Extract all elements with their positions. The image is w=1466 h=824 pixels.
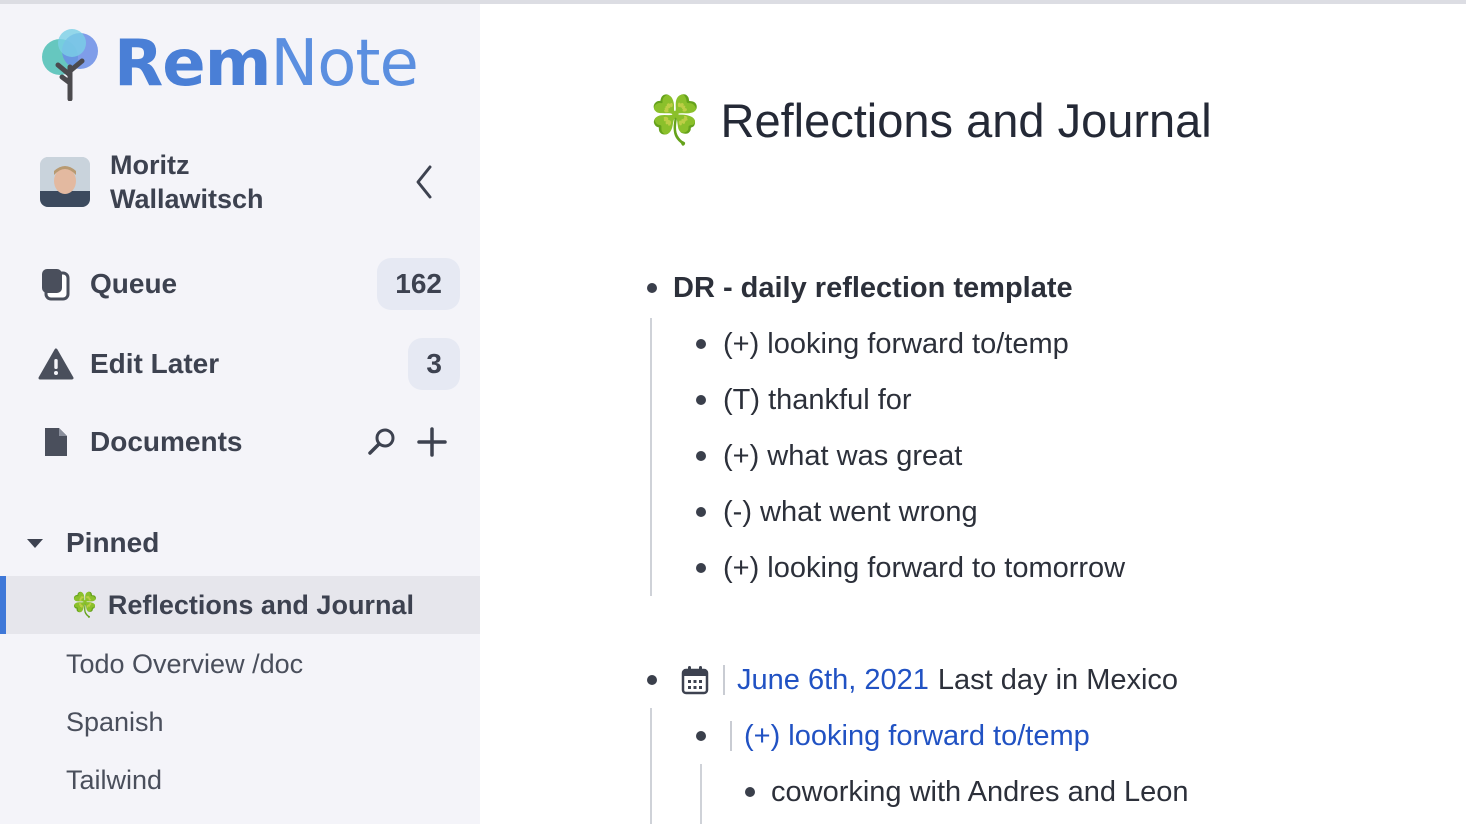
logo-rem: Rem xyxy=(114,27,271,101)
clover-icon: 🍀 xyxy=(70,591,100,619)
bullet-dot[interactable] xyxy=(696,451,706,461)
bullet-dot[interactable] xyxy=(647,283,657,293)
logo-note: Note xyxy=(270,27,418,101)
rem-item[interactable]: (T) thankful for xyxy=(723,380,912,420)
logo-wordmark: RemNote xyxy=(114,32,419,96)
pinned-item-todo[interactable]: Todo Overview /doc xyxy=(66,644,303,684)
nav-queue-label: Queue xyxy=(90,268,178,299)
rem-daily-entry[interactable]: June 6th, 2021 Last day in Mexico xyxy=(679,660,1178,700)
rem-item[interactable]: coworking with Andres and Leon xyxy=(771,772,1189,812)
add-document-button[interactable] xyxy=(414,422,450,462)
reference-divider xyxy=(723,665,725,695)
user-name: Moritz Wallawitsch xyxy=(110,148,264,216)
collapse-sidebar-button[interactable] xyxy=(404,160,444,204)
search-icon xyxy=(368,428,395,455)
warning-icon xyxy=(38,346,74,382)
bullet-dot[interactable] xyxy=(696,507,706,517)
reference-link[interactable]: (+) looking forward to/temp xyxy=(744,720,1090,753)
documents-actions xyxy=(364,422,450,462)
bullet-dot[interactable] xyxy=(696,395,706,405)
rem-item[interactable]: (+) what was great xyxy=(723,436,962,476)
bullet-dot[interactable] xyxy=(647,675,657,685)
queue-count-badge: 162 xyxy=(377,258,460,310)
bullet-dot[interactable] xyxy=(696,339,706,349)
search-documents-button[interactable] xyxy=(364,422,400,462)
pinned-item-label: Reflections and Journal xyxy=(107,589,414,620)
document-icon xyxy=(38,424,74,460)
reference-divider xyxy=(730,721,732,751)
rem-item[interactable]: (+) looking forward to tomorrow xyxy=(723,548,1125,588)
bullet-dot[interactable] xyxy=(745,787,755,797)
avatar[interactable] xyxy=(40,157,90,207)
nav-edit-later[interactable]: Edit Later 3 xyxy=(38,338,460,390)
avatar-photo-icon xyxy=(40,157,90,207)
pinned-section-toggle[interactable]: Pinned xyxy=(22,522,159,564)
rem-template-heading[interactable]: DR - daily reflection template xyxy=(673,268,1073,308)
pinned-item-spanish[interactable]: Spanish xyxy=(66,702,164,742)
sidebar: RemNote Moritz Wallawitsch Queue 162 Edi… xyxy=(0,4,480,824)
entry-text: Last day in Mexico xyxy=(937,663,1179,696)
user-profile[interactable]: Moritz Wallawitsch xyxy=(40,150,460,214)
caret-down-icon xyxy=(22,530,48,556)
user-first-name: Moritz xyxy=(110,150,190,180)
pinned-item-reflections[interactable]: 🍀 Reflections and Journal xyxy=(0,576,480,634)
edit-later-count-badge: 3 xyxy=(408,338,460,390)
nav-documents[interactable]: Documents xyxy=(38,416,460,468)
nav-queue[interactable]: Queue 162 xyxy=(38,258,460,310)
clover-icon: 🍀 xyxy=(646,93,705,146)
document-editor: 🍀 Reflections and Journal DR - daily ref… xyxy=(480,4,1466,824)
cards-icon xyxy=(38,266,74,302)
indent-guide xyxy=(650,318,652,596)
chevron-left-icon xyxy=(416,165,432,199)
user-last-name: Wallawitsch xyxy=(110,184,264,214)
page-title[interactable]: 🍀 Reflections and Journal xyxy=(646,92,1212,148)
date-link[interactable]: June 6th, 2021 xyxy=(737,664,929,697)
bullet-dot[interactable] xyxy=(696,731,706,741)
rem-item[interactable]: (-) what went wrong xyxy=(723,492,978,532)
calendar-icon xyxy=(679,664,711,696)
page-title-text: Reflections and Journal xyxy=(720,93,1212,147)
bullet-dot[interactable] xyxy=(696,563,706,573)
nav-edit-later-label: Edit Later xyxy=(90,348,220,379)
indent-guide xyxy=(650,708,652,824)
rem-reference-item[interactable]: (+) looking forward to/temp xyxy=(730,716,1090,756)
app-logo[interactable]: RemNote xyxy=(34,24,419,104)
plus-icon xyxy=(417,427,447,457)
nav-documents-label: Documents xyxy=(90,426,243,457)
indent-guide xyxy=(700,764,702,824)
pinned-item-tailwind[interactable]: Tailwind xyxy=(66,760,162,800)
rem-item[interactable]: (+) looking forward to/temp xyxy=(723,324,1069,364)
pinned-header: Pinned xyxy=(66,527,160,558)
tree-logo-icon xyxy=(42,29,98,101)
